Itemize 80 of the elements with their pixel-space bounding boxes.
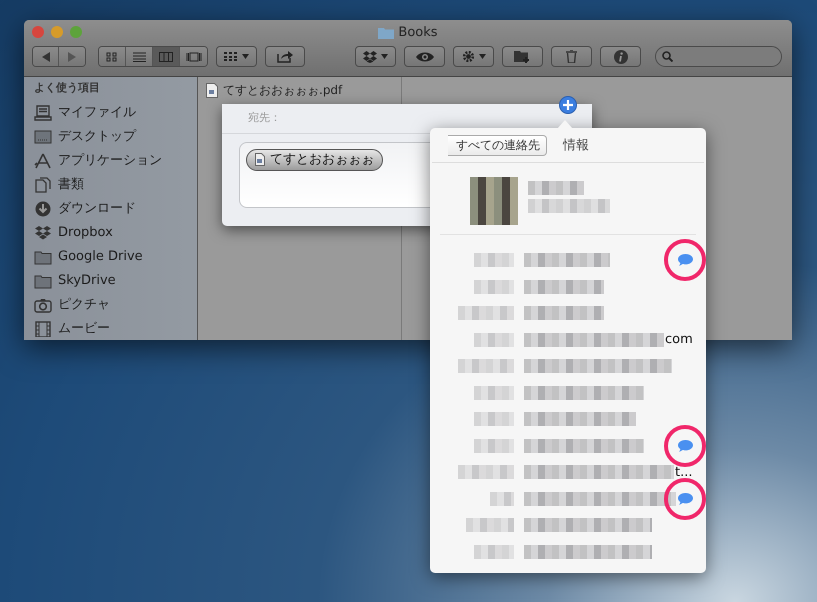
left-arrow-icon (42, 52, 50, 62)
share-button[interactable] (265, 46, 305, 67)
cover-flow-icon (186, 52, 202, 62)
sidebar-item[interactable]: ムービー (58, 318, 110, 338)
sidebar-item[interactable]: ピクチャ (58, 294, 110, 314)
pixelated-label (458, 306, 514, 320)
pixelated-label (458, 359, 514, 374)
sidebar-item[interactable]: ダウンロード (58, 198, 136, 218)
folder-icon (378, 26, 394, 40)
desktop-icon (34, 128, 52, 144)
info-icon (614, 50, 628, 64)
sidebar-item[interactable]: アプリケーション (58, 150, 162, 170)
sidebar-heading: よく使う項目 (34, 80, 101, 96)
pixelated-label (458, 465, 514, 480)
compass-ruler-icon (34, 152, 52, 168)
recipient-token[interactable]: てすとおおぉぉぉ (246, 148, 383, 170)
drawer-icon (34, 104, 52, 120)
file-name[interactable]: てすとおおぉぉぉ.pdf (223, 81, 342, 99)
view-mode-button[interactable] (153, 47, 180, 66)
dropbox-icon (34, 224, 52, 240)
pixelated-label (474, 438, 514, 453)
message-bubble-icon[interactable] (678, 440, 692, 452)
sidebar-item[interactable]: SkyDrive (58, 270, 116, 290)
sidebar-item[interactable]: Google Drive (58, 246, 143, 266)
folder-icon (34, 272, 52, 288)
message-bubble-icon[interactable] (678, 492, 692, 504)
grid-icon (224, 52, 238, 61)
document-icon (206, 82, 218, 98)
trash-icon (566, 50, 577, 63)
sidebar-item[interactable]: Dropbox (58, 222, 113, 242)
pixelated-label (474, 253, 514, 268)
arrange-button[interactable] (216, 46, 257, 67)
right-arrow-icon (68, 52, 76, 62)
window-title: Books (398, 24, 438, 42)
pixelated-label (490, 492, 514, 506)
quick-look-button[interactable] (404, 46, 445, 67)
folder-icon (34, 248, 52, 264)
delete-button[interactable] (551, 46, 592, 67)
pixelated-label (474, 544, 514, 559)
documents-icon (34, 176, 52, 192)
search-field[interactable] (655, 46, 782, 67)
message-bubble-icon[interactable] (678, 254, 692, 266)
share-icon (277, 50, 293, 63)
dropbox-button[interactable] (355, 46, 396, 67)
sidebar-item[interactable]: 書類 (58, 174, 84, 194)
pixelated-label (474, 280, 514, 294)
list-view-icon (132, 52, 146, 62)
pixelated-label (474, 386, 514, 400)
gear-icon (462, 50, 474, 63)
camera-icon (34, 296, 52, 312)
document-icon (255, 153, 265, 166)
add-icon[interactable] (559, 96, 577, 114)
dropbox-icon (363, 50, 377, 62)
value-fragment: com (665, 331, 693, 349)
search-icon (662, 51, 673, 62)
view-mode-button[interactable] (99, 47, 126, 66)
eye-icon (416, 52, 434, 62)
download-icon (34, 200, 52, 216)
sidebar-item[interactable]: デスクトップ (58, 126, 136, 146)
icon-view-icon (106, 52, 118, 62)
pixelated-label (474, 412, 514, 426)
pixelated-label (474, 332, 514, 347)
back-button[interactable] (33, 47, 60, 66)
caret-icon (242, 54, 249, 59)
caret-icon (381, 54, 388, 59)
value-fragment: t... (675, 464, 692, 482)
film-icon (34, 320, 52, 336)
photo-placeholder (470, 177, 518, 225)
new-folder-button[interactable] (502, 46, 543, 67)
pixelated-name (528, 181, 584, 195)
view-mode-button[interactable] (126, 47, 153, 66)
forward-button[interactable] (59, 47, 85, 66)
folder-plus-icon (514, 50, 531, 63)
action-button[interactable] (453, 46, 494, 67)
view-mode-button[interactable] (180, 47, 207, 66)
sidebar-item[interactable]: マイファイル (58, 102, 136, 122)
pixelated-label (466, 518, 514, 532)
info-button[interactable] (600, 46, 641, 67)
column-view-icon (159, 52, 173, 62)
caret-icon (478, 54, 486, 59)
